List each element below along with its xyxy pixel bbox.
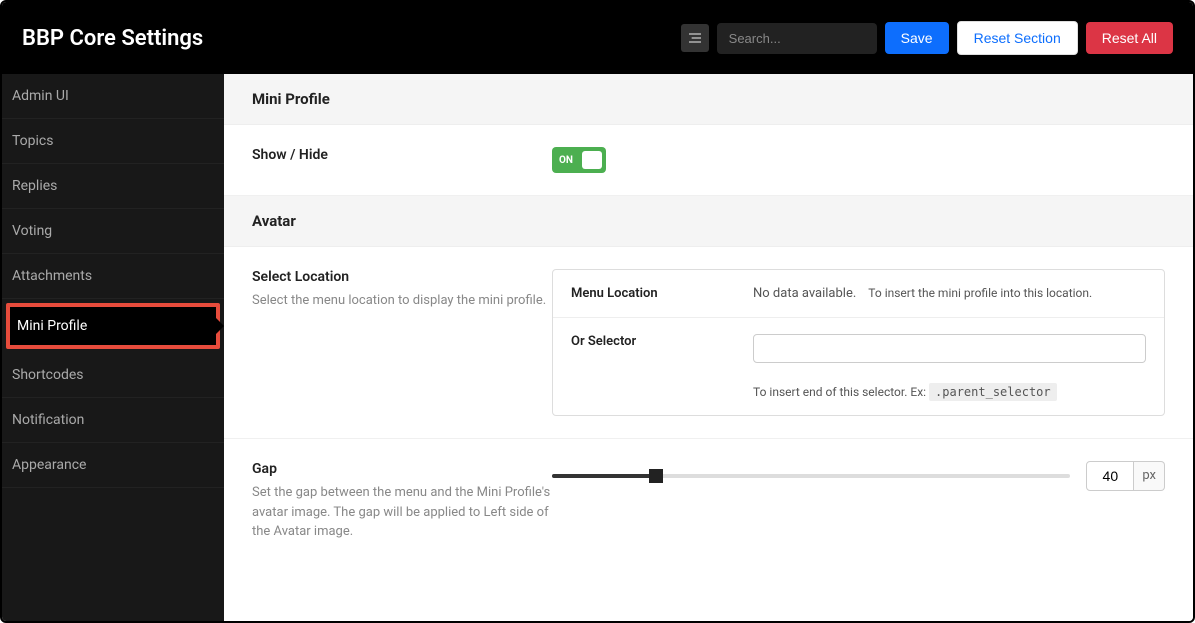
page-title: BBP Core Settings	[22, 26, 681, 51]
reset-section-button[interactable]: Reset Section	[957, 21, 1078, 55]
select-location-label: Select Location	[252, 269, 552, 285]
sidebar-item-voting[interactable]: Voting	[2, 209, 224, 254]
gap-desc: Set the gap between the menu and the Min…	[252, 483, 552, 542]
toggle-knob	[582, 151, 602, 169]
sidebar-item-replies[interactable]: Replies	[2, 164, 224, 209]
expand-icon	[687, 30, 703, 46]
sidebar-item-topics[interactable]: Topics	[2, 119, 224, 164]
show-hide-toggle[interactable]: ON	[552, 147, 606, 173]
sidebar-item-appearance[interactable]: Appearance	[2, 443, 224, 488]
reset-all-button[interactable]: Reset All	[1086, 22, 1173, 54]
sidebar-item-shortcodes[interactable]: Shortcodes	[2, 353, 224, 398]
show-hide-label: Show / Hide	[252, 147, 552, 163]
toggle-on-label: ON	[559, 155, 573, 166]
menu-location-nodata: No data available.	[753, 286, 856, 301]
setting-gap: Gap Set the gap between the menu and the…	[224, 439, 1193, 564]
gap-slider[interactable]	[552, 474, 1070, 478]
sidebar-item-attachments[interactable]: Attachments	[2, 254, 224, 299]
save-button[interactable]: Save	[885, 22, 949, 54]
or-selector-hint-text: To insert end of this selector. Ex:	[753, 385, 929, 399]
menu-location-hint: To insert the mini profile into this loc…	[868, 286, 1092, 300]
expand-icon-button[interactable]	[681, 24, 709, 52]
header: BBP Core Settings Save Reset Section Res…	[2, 2, 1193, 74]
gap-slider-thumb[interactable]	[649, 469, 663, 483]
or-selector-label: Or Selector	[571, 334, 741, 349]
section-heading-mini-profile: Mini Profile	[224, 74, 1193, 125]
setting-show-hide: Show / Hide ON	[224, 125, 1193, 196]
setting-select-location: Select Location Select the menu location…	[224, 247, 1193, 439]
search-input[interactable]	[717, 23, 877, 54]
sidebar-item-notification[interactable]: Notification	[2, 398, 224, 443]
gap-unit: px	[1134, 461, 1165, 491]
menu-location-label: Menu Location	[571, 286, 741, 301]
or-selector-hint-code: .parent_selector	[929, 383, 1057, 401]
main-content: Mini Profile Show / Hide ON Avatar Selec…	[224, 74, 1193, 621]
gap-value-input[interactable]	[1086, 461, 1134, 491]
sidebar: Admin UI Topics Replies Voting Attachmen…	[2, 74, 224, 621]
sidebar-item-mini-profile[interactable]: Mini Profile	[6, 303, 220, 349]
sidebar-item-admin-ui[interactable]: Admin UI	[2, 74, 224, 119]
select-location-desc: Select the menu location to display the …	[252, 291, 552, 311]
or-selector-input[interactable]	[753, 334, 1146, 363]
gap-slider-fill	[552, 474, 656, 478]
or-selector-hint: To insert end of this selector. Ex: .par…	[753, 385, 1146, 399]
section-heading-avatar: Avatar	[224, 196, 1193, 247]
location-box: Menu Location No data available. To inse…	[552, 269, 1165, 416]
header-actions: Save Reset Section Reset All	[681, 21, 1173, 55]
gap-label: Gap	[252, 461, 552, 477]
